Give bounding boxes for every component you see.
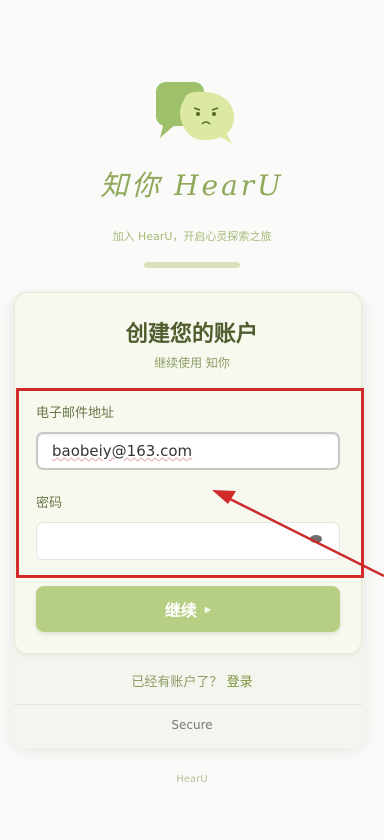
continue-label: 继续 [164, 603, 197, 620]
password-field[interactable] [36, 522, 340, 560]
divider [14, 704, 362, 705]
tagline: 加入 HearU，开启心灵探索之旅 [112, 230, 272, 243]
secure-text: Secure [171, 718, 213, 732]
email-label: 电子邮件地址 [36, 406, 115, 421]
brand-name: 知你 HearU [100, 169, 284, 202]
card-subtitle: 继续使用 知你 [154, 356, 230, 370]
chevron-right-icon: ▶ [204, 604, 212, 614]
login-row: 已经有账户了？ 登录 [0, 671, 384, 690]
footer-text: HearU [176, 774, 208, 785]
eye-icon[interactable] [310, 535, 322, 543]
card-title: 创建您的账户 [125, 322, 258, 347]
login-link[interactable]: 登录 [227, 675, 253, 690]
email-field[interactable]: baobeiy@163.com [36, 432, 340, 470]
continue-button[interactable]: 继续 ▶ [36, 586, 340, 632]
tagline-bar [144, 262, 240, 268]
login-prompt: 已经有账户了？ [131, 675, 223, 690]
password-label: 密码 [36, 496, 63, 511]
logo-icon [150, 78, 240, 150]
